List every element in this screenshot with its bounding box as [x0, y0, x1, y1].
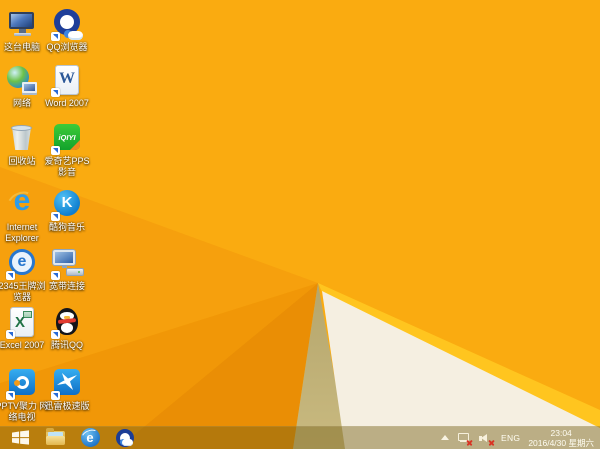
modem-shape [67, 269, 83, 275]
language-indicator[interactable]: ENG [501, 433, 520, 443]
clock-date: 2016/4/30 星期六 [528, 437, 594, 448]
network-icon [6, 64, 38, 96]
shortcut-arrow-icon [51, 146, 60, 155]
iqiyi-icon: iQIYI [51, 122, 83, 155]
cloud-icon [68, 31, 83, 40]
windows-logo-icon [11, 430, 29, 445]
cloud-icon [122, 438, 133, 446]
bin-body-shape [12, 129, 31, 150]
recycle-bin-icon [6, 122, 38, 154]
qq-penguin-icon [51, 306, 83, 339]
taskbar: e ENG 23:04 2016/4/30 星期六 [0, 426, 600, 449]
2345-browser-icon: e [6, 247, 38, 280]
network-disconnected-icon[interactable] [457, 432, 471, 444]
shortcut-arrow-icon [6, 271, 15, 280]
desktop-icon-broadband[interactable]: 宽带连接 [39, 247, 95, 292]
shortcut-arrow-icon [51, 391, 60, 400]
kugou-icon: K [51, 188, 83, 221]
desktop-icon-kugou[interactable]: K 酷狗音乐 [39, 188, 95, 233]
desktop-icon-qq-browser[interactable]: QQ浏览器 [39, 8, 95, 53]
penguin-belly-shape [61, 323, 73, 333]
shortcut-arrow-icon [51, 212, 60, 221]
red-x-badge [488, 439, 495, 446]
shortcut-arrow-icon [51, 330, 60, 339]
desktop-icon-word-2007[interactable]: W Word 2007 [39, 64, 95, 109]
monitor-shape [53, 250, 75, 265]
shortcut-arrow-icon [6, 330, 15, 339]
desktop-icon-xunlei[interactable]: 迅雷极速版 [39, 367, 95, 412]
bin-rim-shape [11, 125, 32, 131]
speaker-cone-shape [480, 433, 487, 442]
shortcut-arrow-icon [51, 32, 60, 41]
pptv-icon [6, 367, 38, 400]
icon-label: 腾讯QQ [50, 340, 83, 350]
file-explorer-button[interactable] [43, 427, 67, 448]
qq-browser-icon [116, 428, 134, 447]
monitor-base-shape [14, 33, 31, 36]
icon-label: Word 2007 [45, 98, 89, 108]
clock-time: 23:04 [550, 427, 572, 438]
internet-explorer-icon: e [3, 184, 40, 220]
word-letter: W [59, 70, 75, 87]
start-button[interactable] [8, 427, 32, 448]
icon-label: QQ浏览器 [46, 42, 88, 52]
broadband-connection-icon [51, 247, 83, 280]
qq-browser-icon [51, 8, 83, 41]
shortcut-arrow-icon [51, 271, 60, 280]
excel-icon: X [6, 306, 38, 339]
desktop: 这台电脑 QQ浏览器 网络 W Word 2007 回收站 iQIYI 爱奇艺P… [0, 0, 600, 449]
modem-led-shape [78, 271, 80, 273]
xunlei-icon [51, 367, 83, 400]
system-tray: ENG 23:04 2016/4/30 星期六 [440, 428, 600, 448]
taskbar-clock[interactable]: 23:04 2016/4/30 星期六 [528, 428, 594, 448]
volume-muted-icon[interactable] [478, 432, 495, 446]
red-x-badge [466, 439, 473, 446]
shortcut-arrow-icon [51, 88, 60, 97]
desktop-icon-iqiyi-pps[interactable]: iQIYI 爱奇艺PPS 影音 [39, 122, 95, 178]
monitor-shape [9, 12, 34, 29]
folder-icon [45, 427, 65, 445]
monitor-shape [22, 82, 37, 93]
iqiyi-logo-text: iQIYI [58, 133, 76, 142]
word-icon: W [51, 64, 83, 97]
computer-icon [6, 8, 38, 40]
show-hidden-icons-caret[interactable] [440, 435, 449, 440]
taskbar-pinned-items: e [0, 427, 137, 448]
icon-label: 迅雷极速版 [44, 401, 90, 411]
desktop-icon-tencent-qq[interactable]: 腾讯QQ [39, 306, 95, 351]
internet-explorer-button[interactable]: e [78, 427, 102, 448]
icon-label: 爱奇艺PPS 影音 [44, 156, 90, 177]
folder-front-shape [45, 435, 65, 445]
icon-label: 酷狗音乐 [48, 222, 85, 232]
monitor-stand-shape [62, 265, 67, 268]
qq-browser-button[interactable] [113, 427, 137, 448]
pptv-orange-dot-shape [14, 380, 20, 386]
ie-icon: e [78, 427, 102, 447]
icon-label: 宽带连接 [48, 281, 85, 291]
shortcut-arrow-icon [6, 391, 15, 400]
